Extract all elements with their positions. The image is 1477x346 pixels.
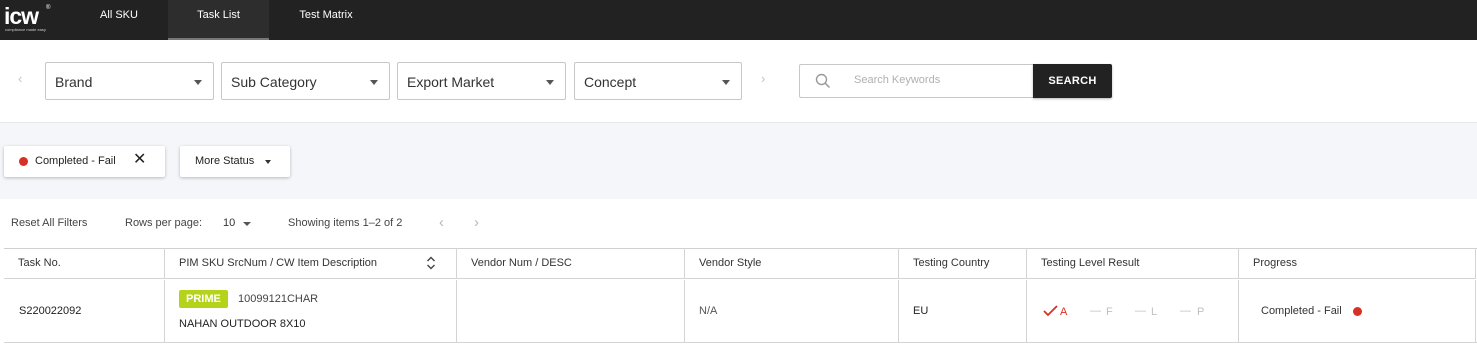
caret-down-icon[interactable] bbox=[243, 222, 251, 226]
sub-category-select-label: Sub Category bbox=[231, 74, 317, 90]
status-chip-label: Completed - Fail bbox=[35, 155, 116, 167]
column-header-label: Progress bbox=[1253, 257, 1298, 269]
reset-filters-link[interactable]: Reset All Filters bbox=[11, 217, 87, 229]
column-header-label: Vendor Style bbox=[699, 257, 762, 269]
sort-icon[interactable] bbox=[426, 255, 436, 271]
caret-down-icon bbox=[370, 80, 378, 85]
column-header-vendor-num: Vendor Num / DESC bbox=[457, 248, 685, 279]
previous-page-icon[interactable]: ‹ bbox=[439, 214, 444, 231]
more-status-button[interactable]: More Status bbox=[180, 146, 290, 177]
column-header-label: Testing Level Result bbox=[1041, 257, 1140, 269]
row-divider bbox=[4, 342, 1477, 343]
column-header-label: PIM SKU SrcNum / CW Item Description bbox=[179, 257, 378, 269]
next-page-icon[interactable]: › bbox=[474, 214, 479, 231]
caret-down-icon bbox=[722, 80, 730, 85]
search-icon bbox=[815, 73, 831, 89]
cell-vendor-style: N/A bbox=[685, 280, 899, 343]
cell-pim-sku: PRIME 10099121CHAR NAHAN OUTDOOR 8X10 bbox=[165, 280, 457, 343]
status-chip-completed-fail[interactable]: Completed - Fail ✕ bbox=[4, 146, 165, 177]
cell-testing-country: EU bbox=[899, 280, 1027, 343]
testing-country: EU bbox=[913, 305, 929, 317]
top-navigation-bar: icw ® compliance made easy All SKU Task … bbox=[0, 0, 1477, 40]
item-description: NAHAN OUTDOOR 8X10 bbox=[179, 318, 306, 330]
column-header-task-no: Task No. bbox=[4, 248, 165, 279]
progress-status: Completed - Fail bbox=[1261, 305, 1342, 317]
rows-per-page-label: Rows per page: bbox=[125, 217, 203, 229]
rows-per-page-select[interactable]: 10 bbox=[223, 217, 235, 229]
cell-vendor-num bbox=[457, 280, 685, 343]
sub-category-select[interactable]: Sub Category bbox=[221, 62, 390, 100]
concept-select-label: Concept bbox=[584, 74, 637, 90]
dash-icon: — bbox=[1090, 305, 1101, 317]
level-label-p: P bbox=[1197, 306, 1205, 318]
chevron-right-icon[interactable]: › bbox=[761, 71, 765, 86]
column-header-progress: Progress bbox=[1239, 248, 1476, 279]
nav-tab-task-list[interactable]: Task List bbox=[168, 0, 269, 40]
dash-icon: — bbox=[1180, 305, 1191, 317]
caret-down-icon bbox=[546, 80, 554, 85]
brand-select[interactable]: Brand bbox=[45, 62, 214, 100]
caret-down-icon bbox=[265, 160, 271, 164]
logo-tagline: compliance made easy bbox=[5, 27, 46, 32]
nav-tab-test-matrix[interactable]: Test Matrix bbox=[284, 0, 368, 40]
caret-down-icon bbox=[194, 80, 202, 85]
cell-progress: Completed - Fail bbox=[1239, 280, 1476, 343]
sku-number: 10099121CHAR bbox=[238, 293, 319, 305]
column-header-label: Vendor Num / DESC bbox=[471, 257, 572, 269]
fail-status-dot bbox=[19, 157, 28, 166]
cell-task-no: S220022092 bbox=[4, 280, 165, 343]
search-button[interactable]: SEARCH bbox=[1033, 64, 1112, 98]
close-icon[interactable]: ✕ bbox=[133, 151, 146, 169]
chevron-left-icon[interactable]: ‹ bbox=[18, 71, 22, 86]
icw-logo[interactable]: icw ® compliance made easy bbox=[4, 3, 54, 35]
cell-testing-level: A — F — L — P bbox=[1027, 280, 1239, 343]
task-number: S220022092 bbox=[19, 305, 82, 317]
search-input[interactable] bbox=[854, 74, 1024, 86]
checkmark-icon bbox=[1043, 305, 1058, 317]
column-header-label: Task No. bbox=[18, 257, 61, 269]
fail-status-dot bbox=[1353, 307, 1362, 316]
export-market-select-label: Export Market bbox=[407, 74, 495, 90]
column-header-vendor-style: Vendor Style bbox=[685, 248, 899, 279]
column-header-testing-level: Testing Level Result bbox=[1027, 248, 1239, 279]
brand-select-label: Brand bbox=[55, 74, 93, 90]
search-box bbox=[799, 64, 1034, 98]
column-header-testing-country: Testing Country bbox=[899, 248, 1027, 279]
export-market-select[interactable]: Export Market bbox=[397, 62, 566, 100]
pagination-info: Showing items 1–2 of 2 bbox=[288, 217, 403, 229]
logo-text: icw bbox=[4, 3, 39, 29]
registered-mark: ® bbox=[46, 5, 51, 11]
dash-icon: — bbox=[1135, 305, 1146, 317]
prime-badge: PRIME bbox=[179, 290, 228, 308]
column-header-label: Testing Country bbox=[913, 257, 990, 269]
column-header-pim-sku[interactable]: PIM SKU SrcNum / CW Item Description bbox=[165, 248, 457, 279]
vendor-style: N/A bbox=[699, 305, 718, 317]
concept-select[interactable]: Concept bbox=[574, 62, 742, 100]
more-status-label: More Status bbox=[195, 155, 255, 167]
level-label-a: A bbox=[1060, 306, 1068, 318]
level-label-l: L bbox=[1151, 306, 1158, 318]
nav-tab-all-sku[interactable]: All SKU bbox=[86, 0, 152, 40]
level-label-f: F bbox=[1106, 306, 1113, 318]
